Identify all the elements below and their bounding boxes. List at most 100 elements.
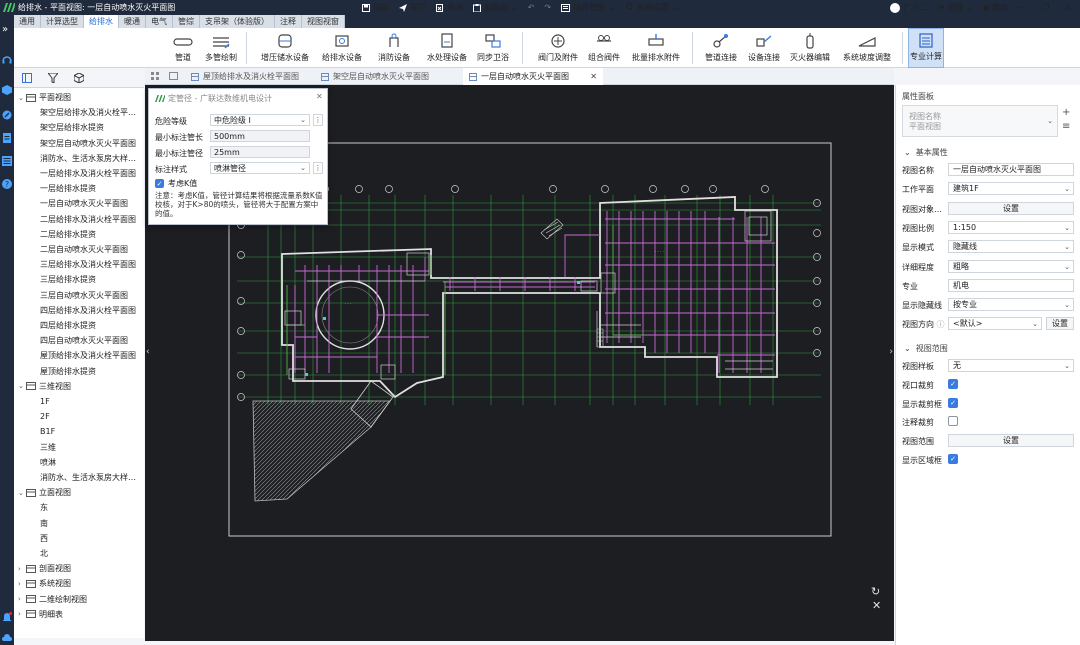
multi-pipe-draw-button[interactable]: 多管绘制 bbox=[204, 28, 238, 68]
property-select[interactable]: 按专业 ⌄ bbox=[948, 298, 1074, 312]
cube-icon[interactable] bbox=[2, 85, 12, 95]
property-settings-button[interactable]: 设置 bbox=[948, 434, 1074, 448]
tree-item[interactable]: 四层自动喷水灭火平面图 bbox=[14, 333, 144, 348]
tree-item[interactable]: 2F bbox=[14, 409, 144, 424]
valves-accessories-button[interactable]: 阀门及附件 bbox=[536, 28, 580, 68]
tab-8[interactable]: 视图视窗 bbox=[302, 15, 345, 28]
section-basic-header[interactable]: ⌄ 基本属性 bbox=[904, 147, 948, 158]
tab-0[interactable]: 通用 bbox=[14, 15, 41, 28]
user-menu[interactable]: 广小二 bbox=[890, 2, 927, 13]
help-circle-icon[interactable]: ⓘ bbox=[937, 320, 945, 329]
pipe-connect-button[interactable]: 管道连接 bbox=[702, 28, 740, 68]
rotate-view-icon[interactable]: ↻ bbox=[871, 585, 880, 598]
tree-item[interactable]: 四层给排水及消火栓平面图 bbox=[14, 303, 144, 318]
tree-folder[interactable]: › 明细表 bbox=[14, 607, 144, 622]
grid-view-icon[interactable] bbox=[151, 72, 159, 82]
clipboard-menu[interactable]: 剪贴板 ⌄ bbox=[473, 2, 518, 13]
tree-item[interactable]: 二层给排水及消火栓平面图 bbox=[14, 212, 144, 227]
chevron-right-icon[interactable]: › bbox=[18, 565, 26, 573]
property-checkbox[interactable] bbox=[948, 416, 958, 427]
chevron-down-icon[interactable]: ⌄ bbox=[18, 382, 26, 390]
property-checkbox[interactable]: ✓ bbox=[948, 397, 958, 408]
tab-1[interactable]: 计算选型 bbox=[41, 15, 84, 28]
tree-item[interactable]: 架空层给排水及消火栓平… bbox=[14, 105, 144, 120]
dialog-close-button[interactable]: ✕ bbox=[316, 92, 323, 101]
doc-tab-2[interactable]: 一层自动喷水灭火平面图 ✕ bbox=[463, 68, 603, 85]
menu-icon[interactable]: ≡ bbox=[1062, 121, 1070, 132]
submit-button[interactable]: 提交 bbox=[399, 2, 426, 13]
property-select[interactable]: 隐藏线 ⌄ bbox=[948, 240, 1074, 254]
tree-item[interactable]: 屋顶给排水及消火栓平面图 bbox=[14, 348, 144, 363]
feedback-menu[interactable]: ◔ 反馈 ⌄ bbox=[937, 2, 972, 13]
tab-4[interactable]: 电气 bbox=[146, 15, 173, 28]
tree-folder[interactable]: › 剖面视图 bbox=[14, 561, 144, 576]
view-direction-select[interactable]: <默认> ⌄ bbox=[948, 317, 1042, 330]
tree-folder[interactable]: ⌄ 立面视图 bbox=[14, 485, 144, 500]
property-checkbox[interactable]: ✓ bbox=[948, 378, 958, 389]
tree-item[interactable]: 三维 bbox=[14, 440, 144, 455]
close-window-button[interactable]: ✕ bbox=[1065, 3, 1072, 12]
extinguisher-edit-button[interactable]: 灭火器编辑 bbox=[788, 28, 832, 68]
tab-7[interactable]: 注释 bbox=[275, 15, 302, 28]
combo-valve-button[interactable]: 组合阀件 bbox=[586, 28, 622, 68]
collapse-right-icon[interactable]: › bbox=[889, 347, 893, 357]
close-view-icon[interactable]: ✕ bbox=[872, 599, 881, 612]
tree-item[interactable]: 屋顶给排水提资 bbox=[14, 364, 144, 379]
chevron-down-icon[interactable]: ⌄ bbox=[18, 94, 26, 102]
property-select[interactable]: 建筑1F ⌄ bbox=[948, 182, 1074, 196]
list-icon[interactable] bbox=[2, 156, 12, 166]
panel-toggle-button[interactable] bbox=[14, 68, 40, 88]
tab-2[interactable]: 给排水 bbox=[84, 15, 119, 28]
batch-drain-accessory-button[interactable]: 批量排水附件 bbox=[630, 28, 682, 68]
model-view-button[interactable] bbox=[66, 68, 92, 88]
label-style-more-button[interactable]: ⋮ bbox=[313, 162, 323, 174]
equipment-connect-button[interactable]: 设备连接 bbox=[746, 28, 782, 68]
section-range-header[interactable]: ⌄ 视图范围 bbox=[904, 343, 948, 354]
tree-item[interactable]: 东 bbox=[14, 500, 144, 515]
close-file-button[interactable]: 关闭 bbox=[436, 2, 463, 13]
fire-equipment-button[interactable]: 消防设备 bbox=[374, 28, 414, 68]
tab-5[interactable]: 管综 bbox=[173, 15, 200, 28]
tree-item[interactable]: 消防水、生活水泵房大样… bbox=[14, 470, 144, 485]
tree-item[interactable]: 一层给排水及消火栓平面图 bbox=[14, 166, 144, 181]
tree-folder[interactable]: ⌄ 平面视图 bbox=[14, 90, 144, 105]
label-style-select[interactable]: 喷淋管径 ⌄ bbox=[210, 162, 310, 174]
redo-button[interactable]: ↷ bbox=[544, 3, 551, 12]
chevron-right-icon[interactable]: › bbox=[18, 580, 26, 588]
booster-storage-button[interactable]: 增压储水设备 bbox=[261, 28, 309, 68]
add-icon[interactable]: + bbox=[1062, 107, 1070, 118]
tab-6[interactable]: 支吊架（体验版） bbox=[200, 15, 275, 28]
close-tab-icon[interactable]: ✕ bbox=[590, 72, 597, 81]
chevron-right-icon[interactable]: › bbox=[18, 610, 26, 618]
help-circle-icon[interactable]: ? bbox=[2, 179, 12, 189]
water-treatment-button[interactable]: 水处理设备 bbox=[424, 28, 470, 68]
tree-item[interactable]: 北 bbox=[14, 546, 144, 561]
chevron-down-icon[interactable]: ⌄ bbox=[18, 489, 26, 497]
tree-item[interactable]: 1F bbox=[14, 394, 144, 409]
property-checkbox[interactable]: ✓ bbox=[948, 454, 958, 464]
headset-icon[interactable] bbox=[2, 55, 12, 65]
property-select[interactable]: 1:150 ⌄ bbox=[948, 220, 1074, 234]
tree-item[interactable]: 西 bbox=[14, 531, 144, 546]
save-button[interactable]: 保存 bbox=[362, 2, 389, 13]
property-field[interactable]: 一层自动喷水灭火平面图 bbox=[948, 163, 1074, 176]
window-icon[interactable] bbox=[169, 72, 178, 82]
sync-sanitary-button[interactable]: 同步卫浴 bbox=[476, 28, 510, 68]
property-select[interactable]: 粗略 ⌄ bbox=[948, 259, 1074, 273]
help-button[interactable]: ◉ 帮助 bbox=[982, 2, 1008, 13]
hazard-level-select[interactable]: 中危险级 I ⌄ bbox=[210, 114, 310, 126]
project-management-menu[interactable]: 项目管理 ⌄ bbox=[561, 2, 615, 13]
property-field[interactable]: 机电 bbox=[948, 278, 1074, 292]
tree-item[interactable]: 三层自动喷水灭火平面图 bbox=[14, 288, 144, 303]
tree-folder[interactable]: › 二维绘制视图 bbox=[14, 592, 144, 607]
minimize-button[interactable]: — bbox=[1018, 3, 1026, 12]
bell-icon[interactable] bbox=[2, 612, 12, 622]
tree-item[interactable]: 消防水、生活水泵房大样… bbox=[14, 151, 144, 166]
professional-calc-button[interactable]: 专业计算 bbox=[908, 28, 944, 68]
property-settings-button[interactable]: 设置 bbox=[948, 201, 1074, 215]
double-chevron-right-icon[interactable]: » bbox=[2, 25, 12, 35]
property-select[interactable]: 无 ⌄ bbox=[948, 359, 1074, 372]
tree-item[interactable]: 二层给排水提资 bbox=[14, 227, 144, 242]
collapse-left-icon[interactable]: ‹ bbox=[146, 347, 150, 357]
system-slope-adjust-button[interactable]: 系统坡度调整 bbox=[838, 28, 896, 68]
